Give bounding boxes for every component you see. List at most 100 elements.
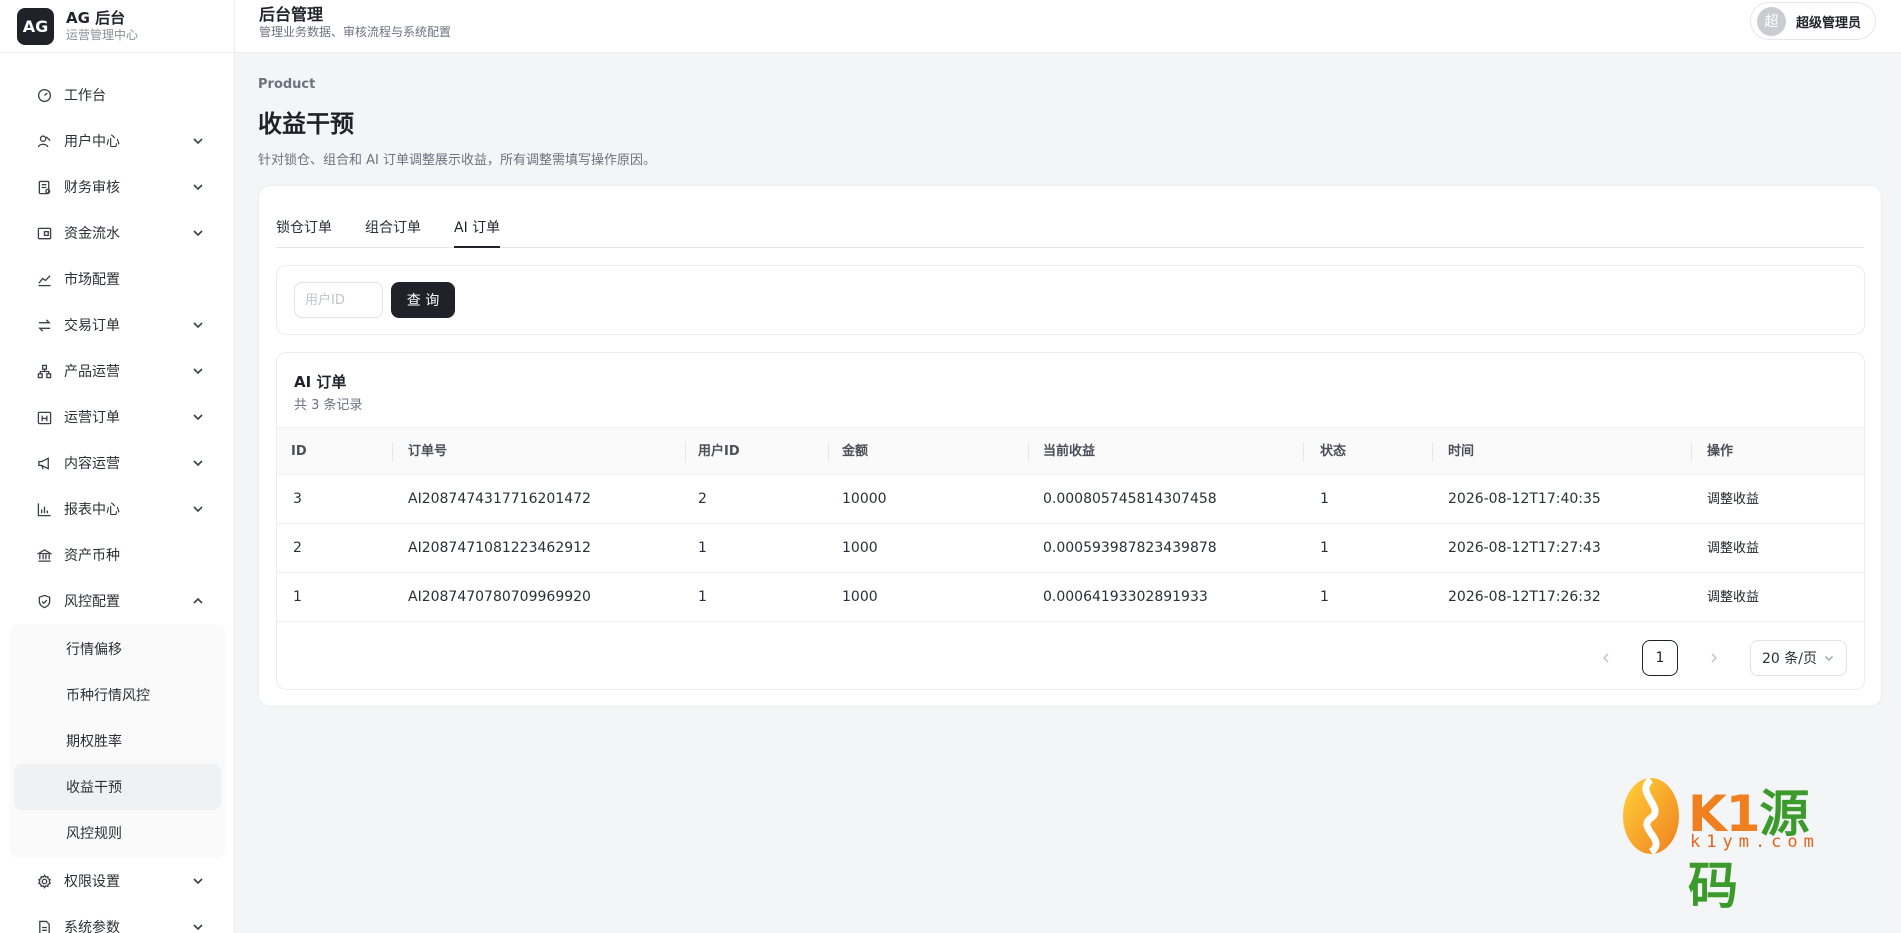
sidebar-item-finance-audit[interactable]: 财务审核 — [0, 164, 235, 210]
sidebar-item-trade-orders[interactable]: 交易订单 — [0, 302, 235, 348]
cell-current-profit: 0.00064193302891933 — [1043, 589, 1208, 605]
cell-amount: 10000 — [842, 491, 887, 507]
sidebar-item-permissions[interactable]: 权限设置 — [0, 858, 235, 904]
risk-config-submenu: 行情偏移 币种行情风控 期权胜率 收益干预 风控规则 — [10, 624, 225, 858]
cell-time: 2026-08-12T17:26:32 — [1448, 589, 1601, 605]
sidebar: AG AG 后台 运营管理中心 工作台 用户中心 财务审核 资金流水 市场配置 — [0, 0, 235, 933]
chevron-down-icon — [193, 460, 203, 467]
sidebar-item-system-params[interactable]: 系统参数 — [0, 904, 235, 933]
chevron-down-icon — [193, 878, 203, 885]
header-subtitle: 管理业务数据、审核流程与系统配置 — [259, 25, 452, 39]
cell-user-id: 1 — [698, 589, 707, 605]
tab-lock-orders[interactable]: 锁仓订单 — [276, 216, 332, 248]
adjust-profit-button[interactable]: 调整收益 — [1707, 573, 1759, 622]
avatar: 超 — [1756, 6, 1786, 36]
sidebar-item-label: 财务审核 — [64, 180, 120, 196]
chevron-down-icon — [193, 368, 203, 375]
megaphone-icon — [36, 455, 52, 471]
page-description: 针对锁仓、组合和 AI 订单调整展示收益，所有调整需填写操作原因。 — [258, 153, 656, 168]
cell-current-profit: 0.000805745814307458 — [1043, 491, 1217, 507]
cell-user-id: 1 — [698, 540, 707, 556]
sidebar-item-label: 市场配置 — [64, 272, 120, 288]
cell-status: 1 — [1320, 589, 1329, 605]
main-card: 锁仓订单 组合订单 AI 订单 查 询 AI 订单 共 3 条记录 ID 订单号… — [258, 185, 1882, 707]
chevron-down-icon — [193, 230, 203, 237]
orders-table-card: AI 订单 共 3 条记录 ID 订单号 用户ID 金额 当前收益 状态 时间 … — [276, 352, 1865, 690]
next-page-icon[interactable] — [1702, 646, 1726, 670]
query-button[interactable]: 查 询 — [391, 282, 455, 318]
table-header: ID 订单号 用户ID 金额 当前收益 状态 时间 操作 — [277, 427, 1864, 475]
brand-subtitle: 运营管理中心 — [66, 28, 139, 42]
sidebar-item-ops-orders[interactable]: 运营订单 — [0, 394, 235, 440]
sidebar-item-product-ops[interactable]: 产品运营 — [0, 348, 235, 394]
sidebar-item-risk-config[interactable]: 风控配置 — [0, 578, 235, 624]
sidebar-item-label: 资金流水 — [64, 226, 120, 242]
sidebar-subitem-risk-rules[interactable]: 风控规则 — [14, 810, 221, 856]
table-row: 3 AI2087474317716201472 2 10000 0.000805… — [277, 475, 1864, 524]
column-header-order-no: 订单号 — [408, 444, 448, 459]
chevron-down-icon — [193, 924, 203, 931]
page-number[interactable]: 1 — [1642, 640, 1678, 676]
brand-title: AG 后台 — [66, 9, 126, 27]
sidebar-item-reports[interactable]: 报表中心 — [0, 486, 235, 532]
bank-icon — [36, 547, 52, 563]
user-icon — [36, 133, 52, 149]
sidebar-item-label: 资产币种 — [64, 548, 120, 564]
table-row: 1 AI2087470780709969920 1 1000 0.0006419… — [277, 573, 1864, 622]
sidebar-item-fund-flow[interactable]: 资金流水 — [0, 210, 235, 256]
cell-amount: 1000 — [842, 540, 878, 556]
user-menu[interactable]: 超 超级管理员 — [1749, 2, 1876, 40]
sidebar-item-label: 权限设置 — [64, 874, 120, 890]
bar-chart-icon — [36, 501, 52, 517]
sidebar-item-label: 用户中心 — [64, 134, 120, 150]
prev-page-icon[interactable] — [1594, 646, 1618, 670]
chevron-down-icon — [193, 506, 203, 513]
page-size-select[interactable]: 20 条/页 — [1750, 640, 1847, 676]
table-row: 2 AI2087471081223462912 1 1000 0.0005939… — [277, 524, 1864, 573]
adjust-profit-button[interactable]: 调整收益 — [1707, 524, 1759, 573]
sidebar-subitem-price-offset[interactable]: 行情偏移 — [14, 626, 221, 672]
sidebar-item-content-ops[interactable]: 内容运营 — [0, 440, 235, 486]
brand-logo: AG — [17, 7, 54, 45]
calendar-icon — [36, 409, 52, 425]
cell-status: 1 — [1320, 491, 1329, 507]
sidebar-item-assets[interactable]: 资产币种 — [0, 532, 235, 578]
cell-amount: 1000 — [842, 589, 878, 605]
sidebar-item-dashboard[interactable]: 工作台 — [0, 72, 235, 118]
column-header-status: 状态 — [1320, 444, 1347, 459]
cell-id: 3 — [293, 491, 302, 507]
top-header: 后台管理 管理业务数据、审核流程与系统配置 超 超级管理员 — [235, 0, 1901, 53]
cell-time: 2026-08-12T17:40:35 — [1448, 491, 1601, 507]
chevron-down-icon — [193, 184, 203, 191]
tab-ai-orders[interactable]: AI 订单 — [454, 216, 501, 248]
header-title: 后台管理 — [259, 5, 324, 24]
sidebar-subitem-coin-risk[interactable]: 币种行情风控 — [14, 672, 221, 718]
sidebar-item-label: 运营订单 — [64, 410, 120, 426]
record-count: 共 3 条记录 — [294, 398, 363, 413]
cell-time: 2026-08-12T17:27:43 — [1448, 540, 1601, 556]
file-icon — [36, 919, 52, 933]
wallet-icon — [36, 225, 52, 241]
brand: AG AG 后台 运营管理中心 — [0, 0, 234, 53]
user-id-input[interactable] — [294, 282, 383, 318]
chevron-down-icon — [193, 414, 203, 421]
tab-combo-orders[interactable]: 组合订单 — [365, 216, 421, 248]
column-header-id: ID — [291, 444, 307, 459]
swap-icon — [36, 317, 52, 333]
chevron-down-icon — [1824, 656, 1833, 661]
chevron-up-icon — [193, 597, 203, 604]
cell-order-no: AI2087474317716201472 — [408, 491, 591, 507]
sidebar-subitem-profit-intervention[interactable]: 收益干预 — [14, 764, 221, 810]
adjust-profit-button[interactable]: 调整收益 — [1707, 475, 1759, 524]
cell-id: 2 — [293, 540, 302, 556]
sidebar-item-market-config[interactable]: 市场配置 — [0, 256, 235, 302]
gear-icon — [36, 873, 52, 889]
sidebar-item-label: 产品运营 — [64, 364, 120, 380]
sidebar-subitem-option-winrate[interactable]: 期权胜率 — [14, 718, 221, 764]
page-size-label: 20 条/页 — [1762, 651, 1817, 667]
column-header-actions: 操作 — [1707, 444, 1734, 459]
sidebar-item-users[interactable]: 用户中心 — [0, 118, 235, 164]
table-title: AI 订单 — [294, 373, 347, 391]
cell-status: 1 — [1320, 540, 1329, 556]
cell-order-no: AI2087471081223462912 — [408, 540, 591, 556]
